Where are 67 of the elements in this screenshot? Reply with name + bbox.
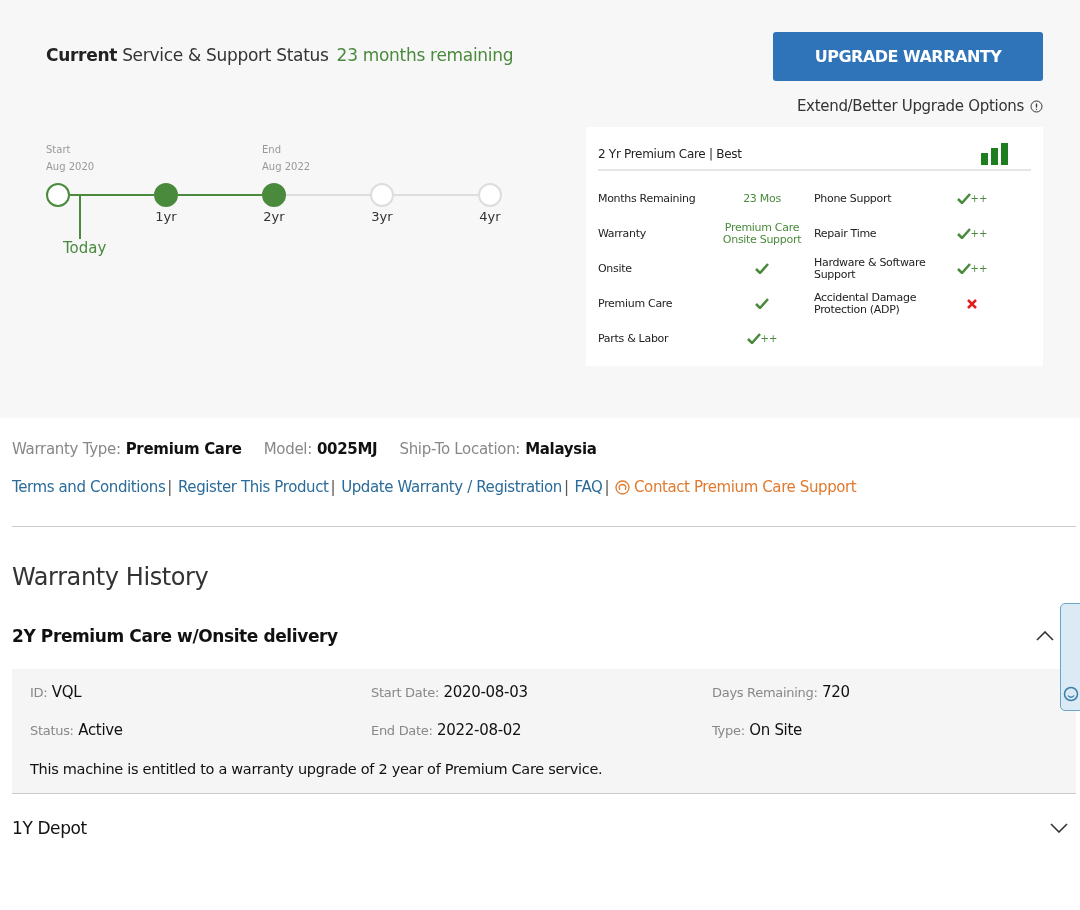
plus-mark: ++: [970, 263, 988, 274]
timeline-date: Aug 2020: [46, 160, 96, 174]
check-icon: [956, 263, 971, 274]
check-icon: [755, 263, 769, 274]
detail-value: 0025MJ: [316, 440, 378, 458]
timeline-date: Aug 2022: [262, 160, 312, 174]
feature-label: Warranty: [598, 227, 647, 240]
separator: |: [330, 478, 336, 496]
detail-value: Premium Care: [125, 440, 242, 458]
check-icon: [956, 228, 971, 239]
chevron-up-icon[interactable]: [1036, 631, 1054, 641]
separator: |: [167, 478, 172, 496]
field-text: Status: Active: [30, 721, 124, 739]
cross-icon: [967, 298, 977, 309]
field-text: End Date: 2022-08-02: [371, 721, 523, 739]
signal-bars-icon: [981, 143, 1009, 165]
field-text: ID: VQL: [30, 683, 83, 701]
check-icon: [746, 333, 761, 344]
entry-title[interactable]: 2Y Premium Care w/Onsite delivery: [12, 626, 338, 646]
detail-value: Malaysia: [525, 440, 597, 458]
feature-label: Phone Support: [814, 192, 893, 205]
support-icon: [615, 479, 631, 495]
text-link[interactable]: FAQ: [574, 478, 603, 496]
text-link[interactable]: Terms and Conditions: [12, 478, 166, 496]
feature-value: Premium Care Onsite Support: [721, 221, 803, 246]
text-link[interactable]: Update Warranty / Registration: [341, 478, 562, 496]
feature-label: Accidental Damage Protection (ADP): [814, 291, 918, 316]
plus-mark: ++: [760, 333, 778, 344]
field-text: Days Remaining: 720: [712, 683, 851, 701]
today-label: Today: [63, 239, 107, 257]
feature-label: Premium Care: [598, 297, 674, 310]
field-text: Start Date: 2020-08-03: [371, 683, 529, 701]
detail-label: Ship-To Location:: [399, 440, 521, 458]
detail-label: Warranty Type:: [12, 440, 121, 458]
note-text: This machine is entitled to a warranty upgrade of 2 year of Premium Care service.: [30, 761, 604, 777]
check-icon: [956, 193, 971, 204]
separator: |: [604, 478, 610, 496]
chevron-down-icon[interactable]: [1050, 823, 1068, 833]
separator: |: [563, 478, 569, 496]
upgrade-warranty-button[interactable]: UPGRADE WARRANTY: [773, 32, 1043, 81]
contact-link[interactable]: Contact Premium Care Support: [615, 478, 857, 496]
timeline-caption: Start: [46, 143, 72, 157]
info-icon[interactable]: [1030, 99, 1043, 113]
plus-mark: ++: [970, 193, 988, 204]
year-label: 2yr: [263, 209, 285, 224]
entry-title[interactable]: 1Y Depot: [12, 818, 87, 838]
feature-label: Onsite: [598, 262, 633, 275]
detail-label: Model:: [263, 440, 312, 458]
upgrade-options-link[interactable]: Extend/Better Upgrade Options: [796, 97, 1024, 115]
feature-label: Months Remaining: [598, 192, 697, 205]
plan-title: 2 Yr Premium Care | Best: [598, 147, 742, 161]
feature-label: Parts & Labor: [598, 332, 670, 345]
text-link[interactable]: Register This Product: [178, 478, 329, 496]
timeline-caption: End: [262, 143, 282, 157]
year-label: 1yr: [155, 209, 177, 224]
status-title: Current Service & Support Status 23 months remaining: [46, 45, 514, 65]
year-label: 4yr: [479, 209, 501, 224]
check-icon: [755, 298, 769, 309]
field-text: Type: On Site: [712, 721, 803, 739]
feature-label: Hardware & Software Support: [814, 256, 927, 281]
section-title: Warranty History: [12, 563, 210, 591]
today-line: [79, 195, 81, 239]
smiley-icon: [1063, 686, 1079, 702]
plus-mark: ++: [970, 228, 988, 239]
feature-label: Repair Time: [814, 227, 878, 240]
year-label: 3yr: [371, 209, 393, 224]
feature-value: 23 Mos: [743, 192, 781, 205]
